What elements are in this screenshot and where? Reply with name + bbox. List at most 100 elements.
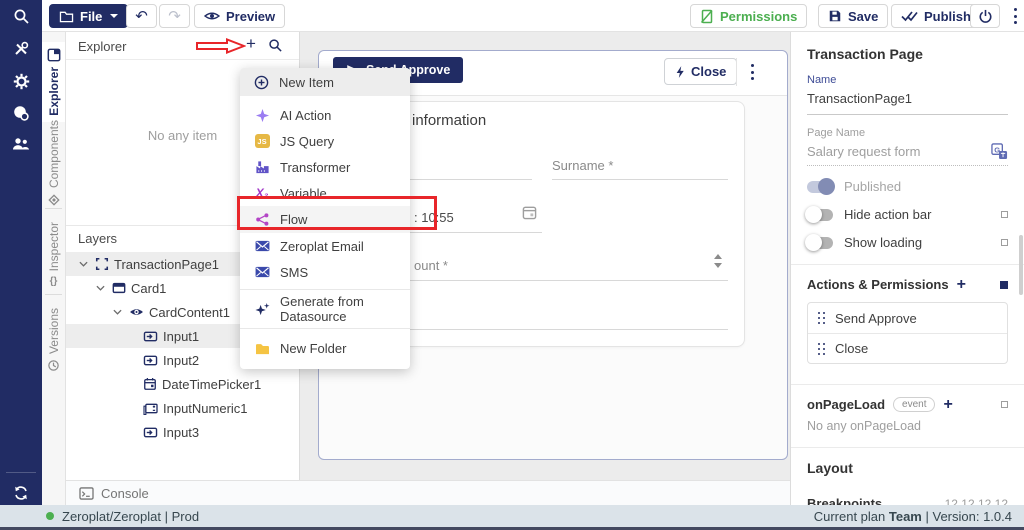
actions-list: Send Approve Close bbox=[807, 302, 1008, 364]
app-window: File ↶ ↷ Preview Permissions Save Publis… bbox=[0, 0, 1024, 530]
input-field-extra[interactable] bbox=[354, 329, 728, 330]
search-button[interactable] bbox=[0, 2, 42, 30]
power-button[interactable] bbox=[970, 4, 1000, 28]
hide-action-bar-toggle-row: Hide action bar bbox=[805, 205, 1008, 223]
onpageload-empty-state: No any onPageLoad bbox=[807, 419, 921, 433]
menu-item-zeroplat-email[interactable]: Zeroplat Email bbox=[240, 233, 410, 259]
menu-item-label: Zeroplat Email bbox=[280, 238, 364, 254]
input-field-surname[interactable] bbox=[552, 179, 728, 180]
explorer-title: Explorer bbox=[78, 39, 127, 54]
published-toggle[interactable] bbox=[807, 177, 835, 195]
layer-node-label: CardContent1 bbox=[149, 304, 230, 320]
add-item-button[interactable]: + bbox=[242, 34, 260, 54]
tab-versions[interactable]: Versions bbox=[42, 302, 65, 378]
top-toolbar: File ↶ ↷ Preview Permissions Save Publis… bbox=[42, 0, 1024, 32]
components-icon bbox=[47, 194, 60, 206]
undo-button[interactable]: ↶ bbox=[126, 4, 157, 28]
permissions-button[interactable]: Permissions bbox=[690, 4, 808, 28]
drag-handle-icon[interactable] bbox=[818, 312, 825, 324]
menu-item-label: Flow bbox=[280, 212, 308, 227]
braces-icon: {} bbox=[49, 276, 58, 288]
binding-indicator-icon[interactable] bbox=[1001, 239, 1008, 246]
numeric-input-icon bbox=[143, 403, 158, 415]
published-toggle-label: Published bbox=[844, 179, 902, 194]
workspace-status: Zeroplat/Zeroplat | Prod bbox=[62, 508, 200, 524]
menu-item-label: Generate from Datasource bbox=[280, 294, 364, 324]
tab-inspector[interactable]: Inspector {} bbox=[42, 216, 65, 293]
binding-indicator-icon[interactable] bbox=[1001, 401, 1008, 408]
increment-icon[interactable] bbox=[714, 254, 722, 259]
input-field-amount[interactable] bbox=[354, 280, 728, 281]
sync-button[interactable] bbox=[0, 479, 42, 507]
plus-circle-icon bbox=[254, 75, 269, 89]
sidebar-divider bbox=[6, 472, 36, 473]
layer-node-label: Card1 bbox=[131, 280, 167, 296]
page-name-field[interactable]: Salary request form G bbox=[807, 143, 1008, 166]
tools-icon bbox=[15, 41, 29, 55]
binding-indicator-icon[interactable] bbox=[1000, 280, 1008, 289]
menu-item-generate-from-datasource[interactable]: Generate from Datasource bbox=[240, 294, 410, 324]
inspector-scrollbar[interactable] bbox=[1019, 235, 1023, 295]
menu-item-sms[interactable]: SMS bbox=[240, 259, 410, 285]
save-icon bbox=[828, 9, 842, 23]
numeric-stepper[interactable] bbox=[714, 254, 722, 268]
add-onpageload-button[interactable]: + bbox=[943, 396, 952, 412]
chevron-down-icon bbox=[110, 14, 119, 18]
published-toggle-row: Published bbox=[807, 177, 1008, 195]
binding-indicator-icon[interactable] bbox=[1001, 211, 1008, 218]
users-button[interactable] bbox=[0, 130, 42, 158]
translate-icon[interactable]: G bbox=[991, 143, 1008, 160]
more-options-button[interactable] bbox=[1006, 8, 1024, 24]
menu-item-transformer[interactable]: Transformer bbox=[240, 154, 410, 180]
chevron-down-icon[interactable] bbox=[110, 309, 124, 315]
chevron-down-icon[interactable] bbox=[93, 285, 107, 291]
hide-action-bar-toggle[interactable] bbox=[805, 205, 833, 223]
explorer-search-button[interactable] bbox=[268, 38, 283, 53]
layer-node-label: DateTimePicker1 bbox=[162, 376, 262, 392]
onpageload-title: onPageLoad bbox=[807, 397, 886, 412]
breakpoints-value[interactable]: 12 12 12 12 bbox=[945, 497, 1008, 506]
datetime-field-value[interactable]: : 10:55 bbox=[414, 210, 454, 225]
page-more-options-button[interactable] bbox=[746, 64, 758, 80]
datasource-button[interactable] bbox=[0, 99, 42, 127]
action-item-close[interactable]: Close bbox=[808, 333, 1007, 363]
redo-button[interactable]: ↷ bbox=[159, 4, 190, 28]
variable-icon: X₂ bbox=[255, 186, 269, 200]
tab-components[interactable]: Components bbox=[42, 114, 65, 213]
tab-explorer[interactable]: Explorer bbox=[42, 42, 65, 122]
chevron-down-icon[interactable] bbox=[76, 261, 90, 267]
preview-button[interactable]: Preview bbox=[194, 4, 286, 28]
drag-handle-icon[interactable] bbox=[818, 342, 825, 355]
menu-item-label: Variable bbox=[280, 185, 327, 201]
menu-item-label: JS Query bbox=[280, 133, 335, 149]
layer-node-datetimepicker[interactable]: DateTimePicker1 bbox=[66, 372, 299, 396]
input-icon bbox=[143, 427, 158, 437]
menu-item-flow[interactable]: Flow bbox=[240, 206, 410, 233]
layer-node-inputnumeric[interactable]: InputNumeric1 bbox=[66, 396, 299, 420]
decrement-icon[interactable] bbox=[714, 263, 722, 268]
input-icon bbox=[143, 355, 158, 365]
calendar-icon[interactable] bbox=[522, 205, 537, 220]
show-loading-toggle[interactable] bbox=[805, 233, 833, 251]
name-field-value[interactable]: TransactionPage1 bbox=[807, 91, 1008, 115]
save-button[interactable]: Save bbox=[818, 4, 889, 28]
publish-button[interactable]: Publish bbox=[891, 4, 981, 28]
tools-button[interactable] bbox=[0, 35, 42, 63]
layer-node-input3[interactable]: Input3 bbox=[66, 420, 299, 444]
close-action-button[interactable]: Close bbox=[664, 58, 738, 85]
search-icon bbox=[269, 39, 282, 52]
file-menu-button[interactable]: File bbox=[49, 4, 129, 28]
menu-item-new-folder[interactable]: New Folder bbox=[240, 333, 410, 363]
close-action-label: Close bbox=[691, 64, 727, 79]
add-action-button[interactable]: + bbox=[957, 276, 966, 292]
menu-item-js-query[interactable]: JS JS Query bbox=[240, 128, 410, 154]
settings-button[interactable] bbox=[0, 67, 42, 95]
layout-section-title: Layout bbox=[807, 460, 853, 476]
menu-item-ai-action[interactable]: AI Action bbox=[240, 102, 410, 128]
console-bar[interactable]: Console bbox=[66, 480, 790, 505]
action-item-send-approve[interactable]: Send Approve bbox=[808, 303, 1007, 333]
tab-inspector-label: Inspector bbox=[46, 222, 61, 272]
console-label: Console bbox=[101, 485, 149, 501]
menu-item-variable[interactable]: X₂ Variable bbox=[240, 180, 410, 206]
tabstrip-divider bbox=[45, 294, 62, 295]
